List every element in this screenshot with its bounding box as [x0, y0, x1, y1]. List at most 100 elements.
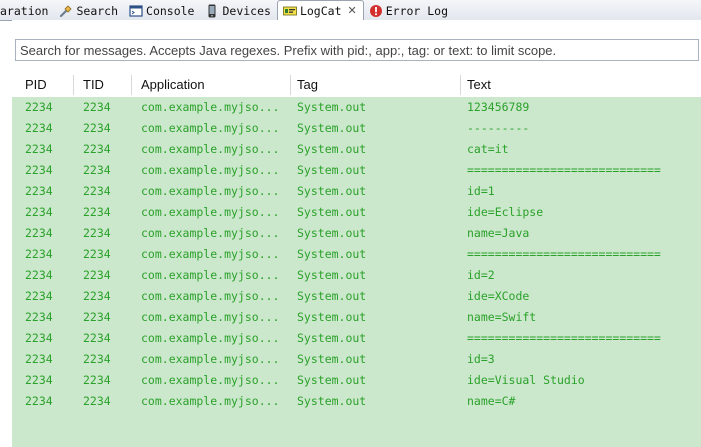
table-row[interactable]: 2234 2234 com.example.myjso... System.out id…: [12, 202, 701, 223]
table-row[interactable]: 2234 2234 com.example.myjso... System.out id…: [12, 286, 701, 307]
table-row[interactable]: 2234 2234 com.example.myjso... System.out id…: [12, 265, 701, 286]
table-row[interactable]: 2234 2234 com.example.myjso... System.out id…: [12, 370, 701, 391]
table-header: PID TID Application Tag Text: [12, 73, 701, 98]
cell-text: id=3: [467, 352, 495, 366]
close-icon[interactable]: ✕: [348, 4, 357, 17]
table-row[interactable]: 2234 2234 com.example.myjso... System.out 12…: [12, 97, 701, 118]
column-header-application[interactable]: Application: [141, 73, 205, 97]
search-input[interactable]: [15, 39, 699, 61]
cell-tid: 2234: [83, 352, 111, 366]
column-divider[interactable]: [131, 75, 132, 95]
table-row[interactable]: 2234 2234 com.example.myjso... System.out ==…: [12, 244, 701, 265]
cell-application: com.example.myjso...: [141, 394, 280, 408]
cell-application: com.example.myjso...: [141, 373, 280, 387]
cell-pid: 2234: [25, 226, 53, 240]
tab-logcat-label: LogCat: [299, 3, 342, 18]
cell-pid: 2234: [25, 268, 53, 282]
cell-text: id=1: [467, 184, 495, 198]
table-row[interactable]: 2234 2234 com.example.myjso... System.out na…: [12, 307, 701, 328]
table-row[interactable]: 2234 2234 com.example.myjso... System.out id…: [12, 181, 701, 202]
cell-pid: 2234: [25, 163, 53, 177]
cell-tag: System.out: [297, 352, 367, 366]
cell-tag: System.out: [297, 205, 367, 219]
column-header-text[interactable]: Text: [467, 73, 491, 97]
cell-tid: 2234: [83, 121, 111, 135]
cell-tag: System.out: [297, 394, 367, 408]
tab-console[interactable]: Console: [124, 1, 200, 20]
cell-text: name=Swift: [467, 310, 537, 324]
cell-tag: System.out: [297, 226, 367, 240]
cell-tid: 2234: [83, 184, 111, 198]
tab-search[interactable]: Search: [54, 1, 124, 20]
cell-tag: System.out: [297, 289, 367, 303]
cell-tag: System.out: [297, 184, 367, 198]
tab-declaration-label: aration: [0, 3, 49, 18]
cell-tid: 2234: [83, 247, 111, 261]
cell-pid: 2234: [25, 310, 53, 324]
cell-tag: System.out: [297, 247, 367, 261]
cell-pid: 2234: [25, 100, 53, 114]
tab-declaration[interactable]: aration: [0, 1, 54, 20]
cell-tid: 2234: [83, 373, 111, 387]
cell-application: com.example.myjso...: [141, 142, 280, 156]
cell-pid: 2234: [25, 394, 53, 408]
cell-tag: System.out: [297, 373, 367, 387]
column-divider[interactable]: [290, 75, 291, 95]
cell-pid: 2234: [25, 247, 53, 261]
cell-tag: System.out: [297, 331, 367, 345]
table-row[interactable]: 2234 2234 com.example.myjso... System.out ca…: [12, 139, 701, 160]
tab-console-label: Console: [146, 3, 195, 18]
cell-tag: System.out: [297, 310, 367, 324]
cell-tag: System.out: [297, 142, 367, 156]
cell-tag: System.out: [297, 163, 367, 177]
cell-text: ide=Eclipse: [467, 205, 544, 219]
column-header-tid[interactable]: TID: [83, 73, 104, 97]
cell-pid: 2234: [25, 373, 53, 387]
column-header-tag[interactable]: Tag: [297, 73, 318, 97]
cell-text: ============================: [467, 163, 661, 177]
tab-error-log[interactable]: Error Log: [364, 1, 454, 20]
cell-text: ---------: [467, 121, 530, 135]
table-row[interactable]: 2234 2234 com.example.myjso... System.out id…: [12, 349, 701, 370]
cell-application: com.example.myjso...: [141, 121, 280, 135]
log-table-body: 2234 2234 com.example.myjso... System.out 12…: [12, 97, 701, 447]
cell-text: 123456789: [467, 100, 530, 114]
cell-application: com.example.myjso...: [141, 205, 280, 219]
cell-tag: System.out: [297, 100, 367, 114]
cell-tid: 2234: [83, 331, 111, 345]
cell-application: com.example.myjso...: [141, 310, 280, 324]
cell-tid: 2234: [83, 289, 111, 303]
table-row[interactable]: 2234 2234 com.example.myjso... System.out na…: [12, 223, 701, 244]
cell-tid: 2234: [83, 142, 111, 156]
cell-text: ide=XCode: [467, 289, 530, 303]
cell-pid: 2234: [25, 289, 53, 303]
cell-tid: 2234: [83, 100, 111, 114]
cell-tid: 2234: [83, 226, 111, 240]
cell-application: com.example.myjso...: [141, 100, 280, 114]
column-header-pid[interactable]: PID: [25, 73, 47, 97]
table-row[interactable]: 2234 2234 com.example.myjso... System.out --…: [12, 118, 701, 139]
cell-text: cat=it: [467, 142, 509, 156]
table-row[interactable]: 2234 2234 com.example.myjso... System.out na…: [12, 391, 701, 412]
cell-application: com.example.myjso...: [141, 247, 280, 261]
cell-pid: 2234: [25, 142, 53, 156]
tab-devices[interactable]: Devices: [200, 1, 276, 20]
error-log-icon: [369, 4, 382, 17]
cell-tag: System.out: [297, 268, 367, 282]
column-divider[interactable]: [460, 75, 461, 95]
tab-devices-label: Devices: [222, 3, 271, 18]
table-row[interactable]: 2234 2234 com.example.myjso... System.out ==…: [12, 328, 701, 349]
cell-pid: 2234: [25, 121, 53, 135]
cell-text: ============================: [467, 331, 661, 345]
cell-application: com.example.myjso...: [141, 268, 280, 282]
table-row[interactable]: 2234 2234 com.example.myjso... System.out ==…: [12, 160, 701, 181]
flashlight-search-icon: [60, 4, 73, 17]
cell-application: com.example.myjso...: [141, 184, 280, 198]
cell-application: com.example.myjso...: [141, 163, 280, 177]
view-tab-bar: aration Search Console Devices LogCat ✕ …: [0, 0, 701, 21]
column-divider[interactable]: [73, 75, 74, 95]
logcat-panel: PID TID Application Tag Text 2234 2234 com…: [12, 20, 701, 447]
logcat-icon: [283, 6, 297, 15]
tab-logcat[interactable]: LogCat ✕: [276, 0, 364, 20]
cell-pid: 2234: [25, 331, 53, 345]
